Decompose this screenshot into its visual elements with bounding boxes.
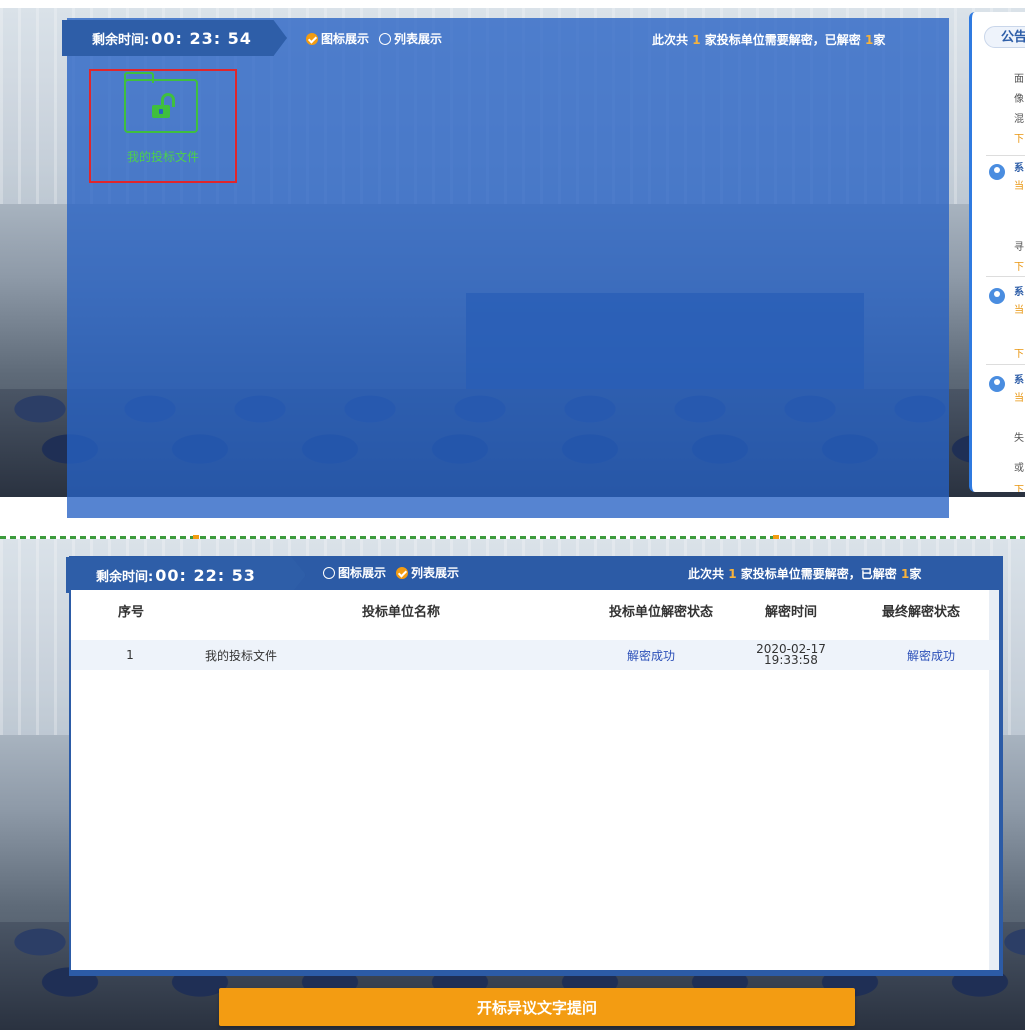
notice-time: 当 xyxy=(1014,393,1024,404)
summary-total: 1 xyxy=(692,33,701,47)
radio-checked-icon xyxy=(306,32,318,45)
announcement-tab[interactable]: 公告 xyxy=(984,26,1025,48)
summary-total: 1 xyxy=(728,567,737,581)
summary-suffix: 家 xyxy=(873,33,886,47)
divider xyxy=(986,276,1025,277)
list-view-label: 列表展示 xyxy=(394,32,443,46)
notice-sender: 系 xyxy=(1014,287,1024,298)
divider xyxy=(986,155,1025,156)
notice-block-3: 寻 下 xyxy=(1014,238,1024,278)
list-view-label: 列表展示 xyxy=(411,566,460,580)
divider xyxy=(986,364,1025,365)
user-avatar-icon xyxy=(989,376,1005,392)
list-view-radio[interactable]: 列表展示 xyxy=(396,564,459,581)
notice-text: 像 xyxy=(1014,94,1024,105)
table-row[interactable]: 1 我的投标文件 解密成功 2020-02-17 19:33:58 解密成功 xyxy=(71,640,999,670)
icon-view-radio[interactable]: 图标展示 xyxy=(306,30,369,47)
radio-checked-icon xyxy=(396,566,409,579)
view-toggle-bottom: 图标展示 列表展示 xyxy=(323,564,459,581)
bid-objection-button[interactable]: 开标异议文字提问 xyxy=(219,988,855,1026)
notice-link[interactable]: 下 xyxy=(1014,345,1024,360)
notice-text: 失 xyxy=(1014,433,1024,444)
timer-label: 剩余时间: xyxy=(96,569,154,585)
notice-text: 寻 xyxy=(1014,242,1024,253)
notice-text: 面 xyxy=(1014,74,1024,85)
row-index: 1 xyxy=(126,648,134,662)
row-final-status[interactable]: 解密成功 xyxy=(881,640,981,670)
col-header-name: 投标单位名称 xyxy=(361,604,440,620)
unlock-icon xyxy=(152,105,170,118)
row-decrypt-status[interactable]: 解密成功 xyxy=(601,640,701,670)
notice-link[interactable]: 下 xyxy=(1014,480,1024,492)
folder-icon xyxy=(124,72,198,133)
timer-label: 剩余时间: xyxy=(92,32,150,48)
col-header-final: 最终解密状态 xyxy=(881,604,960,620)
summary-middle: 家投标单位需要解密，已解密 xyxy=(704,33,861,47)
announcement-panel: 公告 面 像 混 下 系 当 寻 下 系 当 下 系 当 失 或 下 xyxy=(969,12,1025,492)
list-view-radio[interactable]: 列表展示 xyxy=(379,30,442,47)
table-header: 序号 投标单位名称 投标单位解密状态 解密时间 最终解密状态 xyxy=(71,590,999,630)
notice-block-2: 系 当 xyxy=(1014,160,1024,196)
col-header-status: 投标单位解密状态 xyxy=(608,604,713,620)
user-avatar-icon xyxy=(989,288,1005,304)
user-avatar-icon xyxy=(989,164,1005,180)
col-header-index: 序号 xyxy=(117,604,144,620)
notice-block-1: 面 像 混 下 xyxy=(1014,70,1024,150)
notice-link[interactable]: 下 xyxy=(1014,258,1024,278)
summary-suffix: 家 xyxy=(909,567,922,581)
timer-value: 00: 23: 54 xyxy=(151,28,252,48)
icon-view-label: 图标展示 xyxy=(338,566,387,580)
notice-block-4: 系 当 xyxy=(1014,284,1024,320)
view-toggle-top: 图标展示 列表展示 xyxy=(306,30,442,47)
row-name: 我的投标文件 xyxy=(204,648,277,663)
notice-link[interactable]: 下 xyxy=(1014,130,1024,150)
radio-unchecked-icon xyxy=(323,566,335,579)
summary-middle: 家投标单位需要解密，已解密 xyxy=(740,567,897,581)
notice-text: 混 xyxy=(1014,114,1024,125)
icon-view-label: 图标展示 xyxy=(321,32,370,46)
countdown-timer: 剩余时间: 00: 22: 53 xyxy=(66,557,306,593)
notice-time: 当 xyxy=(1014,305,1024,316)
notice-block-5: 系 当 xyxy=(1014,372,1024,408)
summary-prefix: 此次共 xyxy=(652,33,689,47)
notice-sender: 系 xyxy=(1014,375,1024,386)
bid-file-item[interactable]: 我的投标文件 xyxy=(89,69,237,183)
file-label: 我的投标文件 xyxy=(126,150,199,164)
radio-unchecked-icon xyxy=(379,32,392,45)
notice-text: 或 xyxy=(1014,463,1024,474)
col-header-time: 解密时间 xyxy=(764,604,817,620)
notice-sender: 系 xyxy=(1014,163,1024,174)
icon-view-radio[interactable]: 图标展示 xyxy=(323,564,386,581)
row-time: 19:33:58 xyxy=(764,653,818,667)
timer-value: 00: 22: 53 xyxy=(155,565,256,585)
summary-prefix: 此次共 xyxy=(688,567,725,581)
decrypt-summary: 此次共 1 家投标单位需要解密，已解密 1家 xyxy=(688,565,921,582)
notice-time: 当 xyxy=(1014,181,1024,192)
row-decrypt-time: 2020-02-17 19:33:58 xyxy=(741,640,841,670)
countdown-timer: 剩余时间: 00: 23: 54 xyxy=(62,20,287,56)
decrypt-summary: 此次共 1 家投标单位需要解密，已解密 1家 xyxy=(652,31,885,48)
notice-block-6: 失 或 下 xyxy=(1014,428,1024,492)
